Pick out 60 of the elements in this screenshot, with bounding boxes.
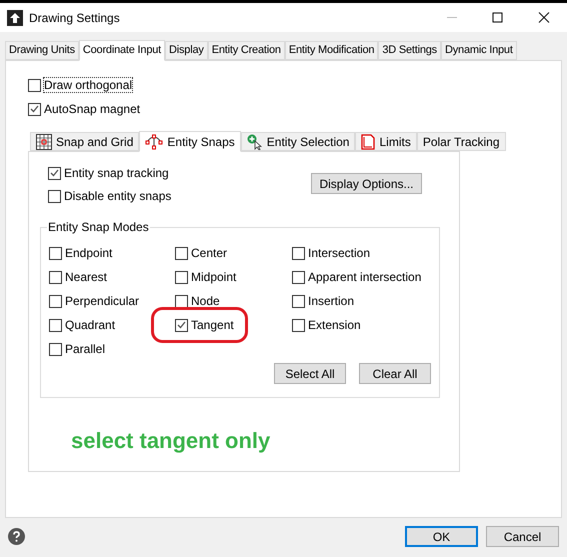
umbrella-icon xyxy=(145,134,164,150)
checkbox-label[interactable]: Tangent xyxy=(191,318,234,332)
check-icon xyxy=(50,169,59,177)
snap-mode-button[interactable]: Clear All xyxy=(359,363,431,384)
tab[interactable]: Entity Creation xyxy=(208,41,285,60)
checkbox[interactable] xyxy=(292,294,305,308)
tab[interactable]: Coordinate Input xyxy=(78,40,166,61)
tab[interactable]: Entity Snaps xyxy=(139,131,241,152)
checkbox[interactable] xyxy=(292,270,305,284)
checkbox[interactable] xyxy=(175,294,188,308)
checkbox-label[interactable]: Intersection xyxy=(308,246,370,260)
checkbox[interactable] xyxy=(175,318,188,332)
tab[interactable]: Polar Tracking xyxy=(416,132,506,151)
checkbox-label[interactable]: Perpendicular xyxy=(65,294,140,308)
tab[interactable]: Entity Selection xyxy=(240,132,356,151)
checkbox[interactable] xyxy=(28,78,41,92)
checkbox-label[interactable]: Node xyxy=(191,294,220,308)
checkbox[interactable] xyxy=(49,246,62,260)
tab[interactable]: Entity Modification xyxy=(284,41,378,60)
checkbox[interactable] xyxy=(49,342,62,356)
tab[interactable]: Limits xyxy=(355,132,417,151)
checkbox-label[interactable]: Endpoint xyxy=(65,246,112,260)
dialog-button[interactable]: OK xyxy=(405,526,478,547)
window-title: Drawing Settings xyxy=(29,10,120,26)
checkbox-label[interactable]: Draw orthogonal xyxy=(44,78,132,92)
tab[interactable]: 3D Settings xyxy=(378,41,441,60)
checkbox-label[interactable]: Nearest xyxy=(65,270,108,284)
tab[interactable]: Display xyxy=(165,41,208,60)
group-title: Entity Snap Modes xyxy=(47,220,150,234)
help-icon[interactable] xyxy=(8,528,25,545)
checkbox[interactable] xyxy=(28,102,41,116)
checkbox[interactable] xyxy=(292,246,305,260)
checkbox-label[interactable]: Entity snap tracking xyxy=(64,166,169,180)
checkbox[interactable] xyxy=(49,270,62,284)
checkbox[interactable] xyxy=(49,318,62,332)
checkbox[interactable] xyxy=(48,166,61,180)
check-icon xyxy=(177,321,186,329)
checkbox-label[interactable]: Insertion xyxy=(308,294,354,308)
tab[interactable]: Snap and Grid xyxy=(30,132,140,151)
check-icon xyxy=(30,105,39,113)
checkbox-label[interactable]: Quadrant xyxy=(65,318,116,332)
checkbox[interactable] xyxy=(175,246,188,260)
checkbox[interactable] xyxy=(292,318,305,332)
checkbox-label[interactable]: Center xyxy=(191,246,228,260)
checkbox-label[interactable]: Extension xyxy=(308,318,361,332)
checkbox-label[interactable]: Disable entity snaps xyxy=(64,189,172,203)
checkbox-label[interactable]: Apparent intersection xyxy=(308,270,422,284)
annotation-text: select tangent only xyxy=(71,427,272,455)
tab[interactable]: Drawing Units xyxy=(5,41,79,60)
snap-mode-button[interactable]: Select All xyxy=(274,363,346,384)
app-icon xyxy=(7,10,23,26)
checkbox[interactable] xyxy=(49,294,62,308)
checkbox-label[interactable]: AutoSnap magnet xyxy=(44,102,140,116)
checkbox-label[interactable]: Parallel xyxy=(65,342,106,356)
display-options-button[interactable]: Display Options... xyxy=(311,173,422,194)
tab[interactable]: Dynamic Input xyxy=(440,41,517,60)
checkbox[interactable] xyxy=(48,190,61,202)
checkbox[interactable] xyxy=(175,270,188,284)
dialog-button[interactable]: Cancel xyxy=(486,526,559,547)
checkbox-label[interactable]: Midpoint xyxy=(191,270,236,284)
